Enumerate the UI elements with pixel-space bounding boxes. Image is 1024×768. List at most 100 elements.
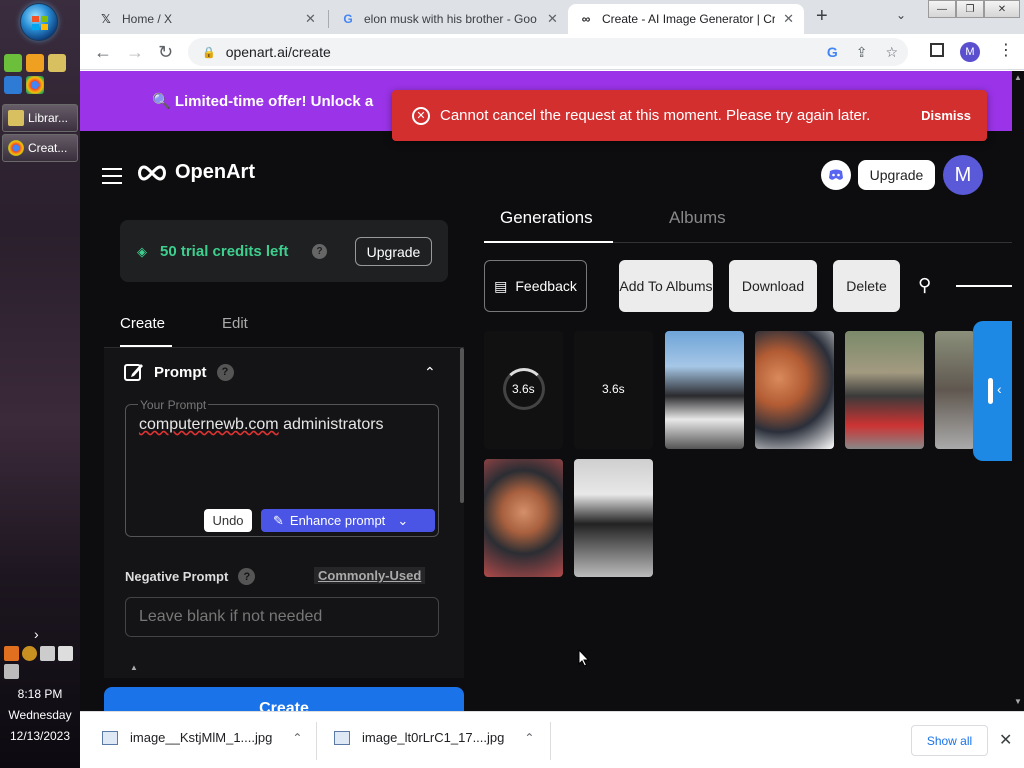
url-text: openart.ai/create bbox=[225, 44, 331, 60]
chevron-up-icon[interactable]: ⌃ bbox=[292, 731, 302, 745]
scroll-up-icon[interactable]: ▲ bbox=[1014, 73, 1022, 82]
help-icon[interactable]: ? bbox=[216, 363, 234, 381]
generated-image[interactable] bbox=[665, 331, 744, 449]
taskbar-item-chrome[interactable]: Creat... bbox=[2, 134, 78, 162]
minimize-icon[interactable]: — bbox=[928, 0, 956, 18]
generated-image[interactable] bbox=[574, 459, 653, 577]
header-upgrade-button[interactable]: Upgrade bbox=[858, 160, 935, 190]
page-scrollbar[interactable]: ▲ ▼ bbox=[1012, 71, 1024, 711]
address-bar[interactable]: 🔒 openart.ai/create G ⇪ ☆ bbox=[188, 38, 908, 66]
tab-strip: 𝕏 Home / X ✕ G elon musk with his brothe… bbox=[80, 0, 1024, 34]
side-panel-icon[interactable] bbox=[930, 43, 944, 57]
close-icon[interactable]: ✕ bbox=[305, 11, 316, 27]
chrome-icon[interactable] bbox=[26, 76, 44, 94]
add-to-albums-button[interactable]: Add To Albums bbox=[619, 260, 713, 312]
close-icon[interactable]: ✕ bbox=[547, 11, 558, 27]
download-button[interactable]: Download bbox=[729, 260, 817, 312]
windows-taskbar: Librar... Creat... › 8:18 PM Wednesday 1… bbox=[0, 0, 80, 768]
show-all-button[interactable]: Show all bbox=[911, 725, 988, 756]
prompt-value-word: administrators bbox=[278, 416, 384, 433]
openart-logo[interactable]: OpenArt bbox=[135, 161, 255, 184]
tab-create[interactable]: Create bbox=[120, 315, 165, 332]
new-tab-icon[interactable]: + bbox=[816, 5, 828, 28]
credits-upgrade-button[interactable]: Upgrade bbox=[355, 237, 432, 266]
maximize-icon[interactable]: ❐ bbox=[956, 0, 984, 18]
folder-icon[interactable] bbox=[48, 54, 66, 72]
tab-title: Create - AI Image Generator | Cre bbox=[602, 12, 776, 26]
tab-openart-create[interactable]: ∞ Create - AI Image Generator | Cre ✕ bbox=[568, 4, 804, 34]
tab-albums[interactable]: Albums bbox=[669, 208, 726, 228]
forward-icon[interactable]: → bbox=[126, 42, 144, 63]
commonly-used-link[interactable]: Commonly-Used bbox=[314, 567, 426, 584]
flag-tray-icon[interactable] bbox=[40, 646, 55, 661]
tab-search-icon[interactable]: ⌄ bbox=[896, 8, 906, 22]
reload-icon[interactable]: ↻ bbox=[158, 42, 173, 63]
negative-prompt-input[interactable]: Leave blank if not needed bbox=[125, 597, 439, 637]
google-lens-icon[interactable]: G bbox=[827, 44, 838, 61]
user-avatar[interactable]: M bbox=[943, 155, 983, 195]
profile-avatar[interactable]: M bbox=[960, 42, 980, 62]
delete-button[interactable]: Delete bbox=[833, 260, 900, 312]
help-icon[interactable]: ? bbox=[238, 568, 256, 585]
chevron-up-icon[interactable]: ⌃ bbox=[424, 364, 436, 381]
lock-icon[interactable]: 🔒 bbox=[202, 46, 216, 59]
internet-explorer-icon[interactable] bbox=[4, 76, 22, 94]
clock-day: Wednesday bbox=[8, 708, 72, 722]
prompt-textarea[interactable]: Your Prompt computernewb.com administrat… bbox=[125, 398, 439, 537]
quicklaunch-app-icon[interactable] bbox=[4, 54, 22, 72]
bookmark-star-icon[interactable]: ☆ bbox=[885, 44, 898, 61]
create-button[interactable]: Create bbox=[104, 687, 464, 711]
back-icon[interactable]: ← bbox=[94, 42, 112, 63]
help-icon[interactable]: ? bbox=[312, 244, 327, 259]
download-filename: image__KstjMlM_1....jpg bbox=[130, 730, 273, 745]
tab-x-home[interactable]: 𝕏 Home / X ✕ bbox=[88, 4, 326, 34]
chevron-left-icon: ‹ bbox=[997, 381, 1002, 397]
chevron-up-icon[interactable]: ⌃ bbox=[524, 731, 534, 745]
hamburger-menu-icon[interactable] bbox=[102, 168, 122, 189]
close-icon[interactable]: ✕ bbox=[999, 730, 1012, 750]
generated-image[interactable] bbox=[935, 331, 975, 449]
volume-icon[interactable] bbox=[4, 664, 19, 679]
taskbar-item-label: Creat... bbox=[28, 141, 68, 155]
discord-icon[interactable] bbox=[821, 160, 851, 190]
browser-toolbar: ← → ↻ 🔒 openart.ai/create G ⇪ ☆ M ⋮ bbox=[80, 34, 1024, 70]
download-item[interactable]: image__KstjMlM_1....jpg ⌃ bbox=[102, 730, 302, 745]
share-icon[interactable]: ⇪ bbox=[856, 44, 868, 61]
tab-generations[interactable]: Generations bbox=[500, 208, 593, 228]
generated-image[interactable] bbox=[845, 331, 924, 449]
zoom-icon[interactable]: ⚲ bbox=[918, 275, 931, 296]
tab-edit[interactable]: Edit bbox=[222, 315, 248, 332]
tray-expand-icon[interactable]: › bbox=[34, 626, 39, 642]
scroll-up-icon[interactable]: ▲ bbox=[130, 663, 138, 672]
generated-image[interactable] bbox=[755, 331, 834, 449]
generated-image[interactable] bbox=[484, 459, 563, 577]
undo-button[interactable]: Undo bbox=[204, 509, 252, 532]
start-button[interactable] bbox=[20, 3, 58, 41]
image-file-icon bbox=[102, 730, 118, 745]
tab-title: Home / X bbox=[122, 12, 173, 26]
window-controls: — ❐ ✕ bbox=[928, 0, 1020, 20]
tab-google-search[interactable]: G elon musk with his brother - Goo ✕ bbox=[330, 4, 568, 34]
prompt-header[interactable]: Prompt ? bbox=[124, 362, 234, 382]
clock[interactable]: 8:18 PM Wednesday 12/13/2023 bbox=[0, 684, 80, 747]
download-filename: image_lt0rLrC1_17....jpg bbox=[362, 730, 505, 745]
prompt-section: Prompt ? ⌃ Your Prompt computernewb.com … bbox=[104, 348, 464, 678]
window-close-icon[interactable]: ✕ bbox=[984, 0, 1020, 18]
dismiss-button[interactable]: Dismiss bbox=[921, 108, 971, 123]
menu-kebab-icon[interactable]: ⋮ bbox=[998, 40, 1014, 60]
openart-infinity-icon bbox=[138, 164, 166, 181]
clock-time: 8:18 PM bbox=[17, 687, 63, 701]
search-tray-icon[interactable] bbox=[4, 646, 19, 661]
bitcoin-tray-icon[interactable] bbox=[22, 646, 37, 661]
enhance-prompt-button[interactable]: ✎ Enhance prompt ⌄ bbox=[261, 509, 435, 532]
feedback-button[interactable]: ▤ Feedback bbox=[484, 260, 587, 312]
media-player-icon[interactable] bbox=[26, 54, 44, 72]
close-icon[interactable]: ✕ bbox=[783, 11, 794, 27]
promo-text: 🔍 Limited-time offer! Unlock a bbox=[152, 93, 374, 110]
taskbar-item-library[interactable]: Librar... bbox=[2, 104, 78, 132]
download-item[interactable]: image_lt0rLrC1_17....jpg ⌃ bbox=[334, 730, 534, 745]
panel-scrollbar[interactable] bbox=[460, 348, 464, 503]
app-header: OpenArt Upgrade M bbox=[80, 131, 1024, 219]
scroll-down-icon[interactable]: ▼ bbox=[1014, 697, 1022, 706]
network-tray-icon[interactable] bbox=[58, 646, 73, 661]
